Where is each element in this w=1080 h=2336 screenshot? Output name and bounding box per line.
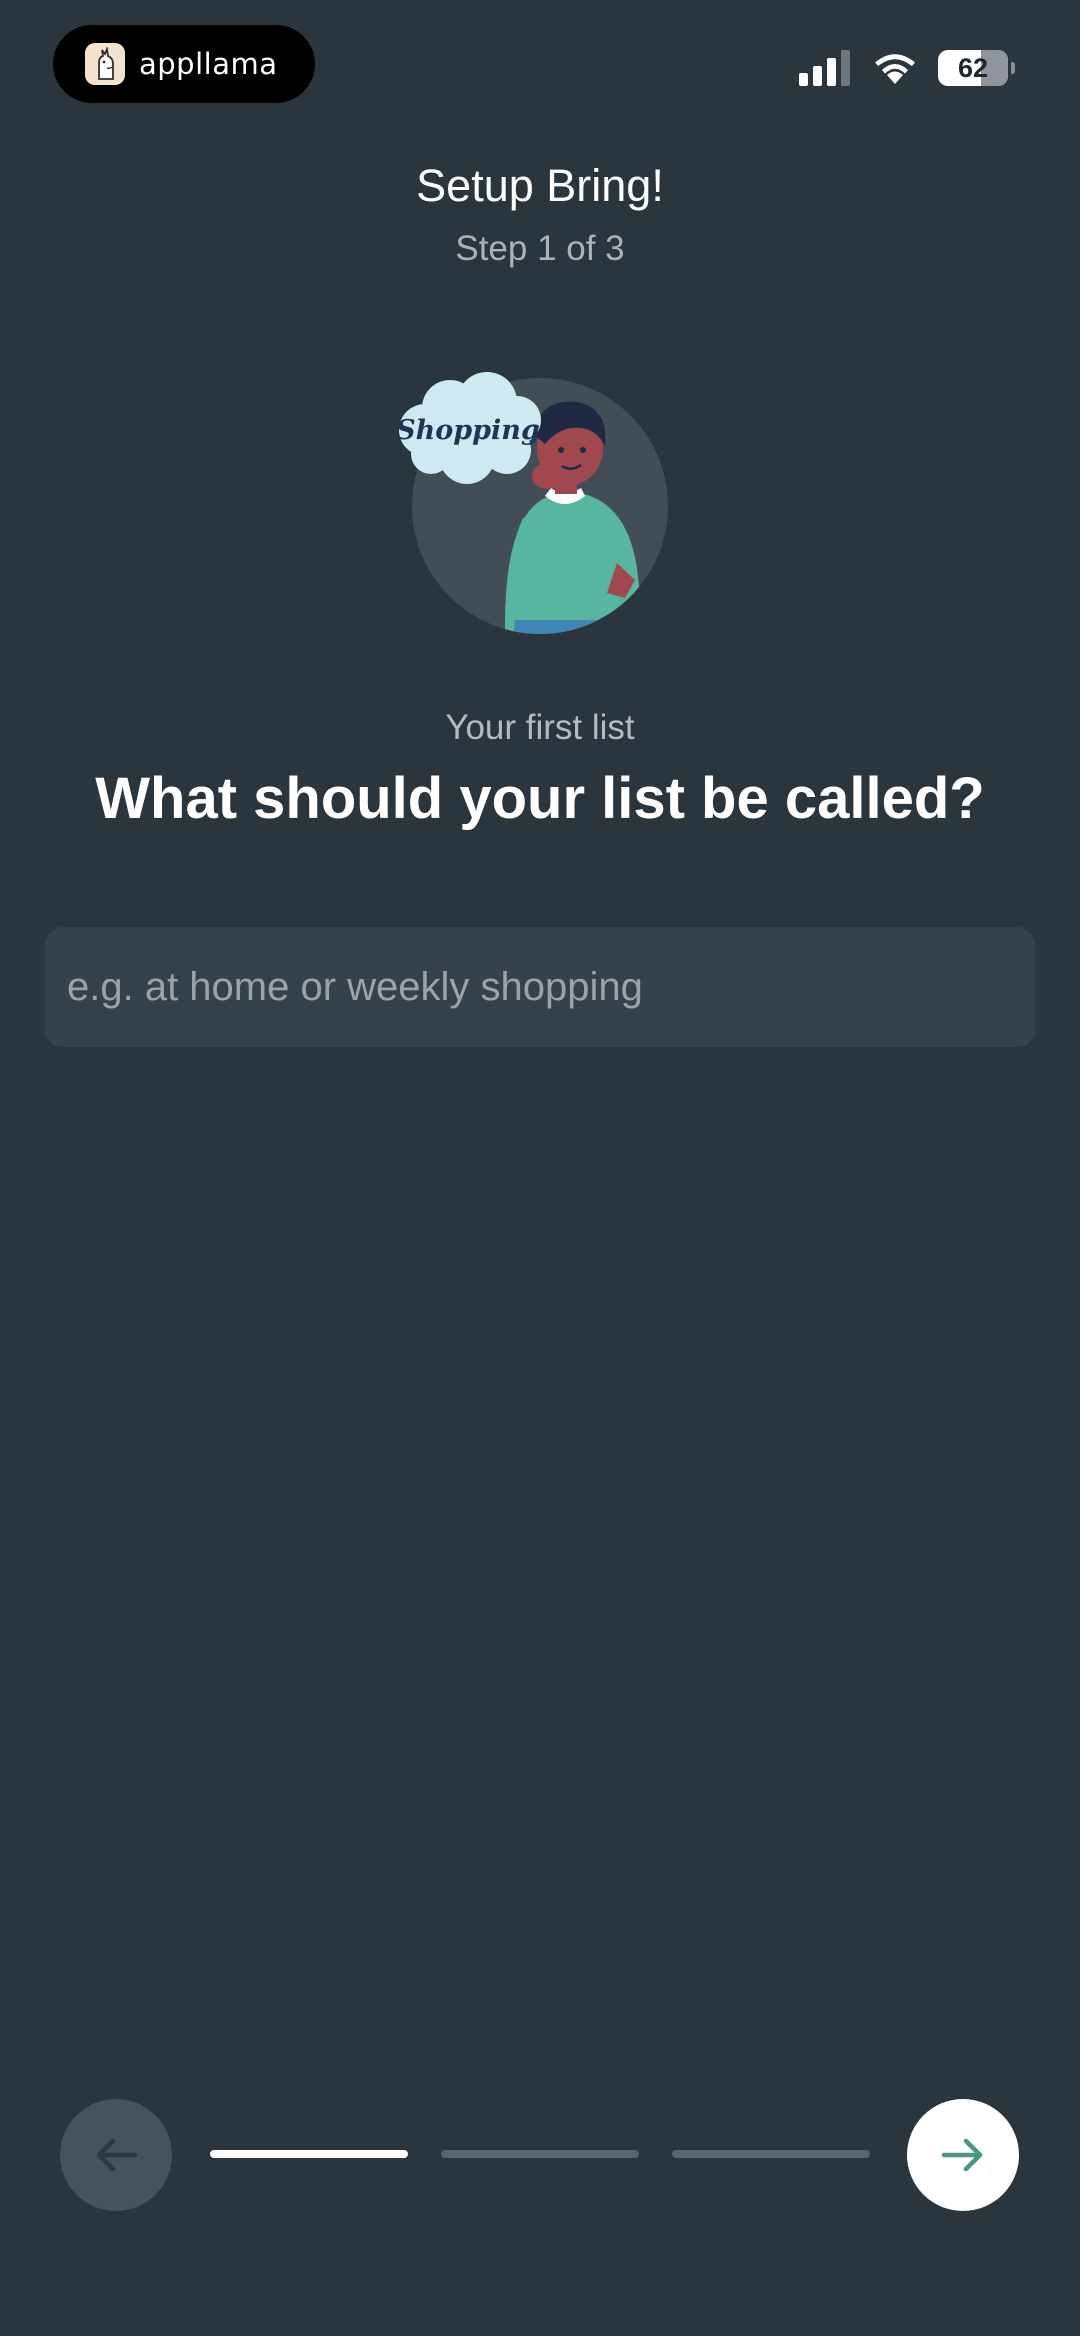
brand-name: appllama [139,47,278,81]
step-indicator: Step 1 of 3 [455,229,625,268]
status-bar: appllama 62 [0,0,1080,110]
battery-level: 62 [957,52,989,83]
battery-icon: 62 [938,50,1015,86]
arrow-left-icon [96,2138,138,2172]
wifi-icon [875,54,915,84]
brand-badge: appllama [53,25,315,103]
list-name-input[interactable] [45,927,1035,1047]
progress-step-1 [210,2150,408,2158]
progress-step-3 [672,2150,870,2158]
arrow-right-icon [941,2138,983,2172]
progress-step-2 [441,2150,639,2158]
prompt-subtitle: Your first list [445,708,635,747]
prompt-title: What should your list be called? [95,766,985,831]
next-button[interactable] [907,2099,1019,2211]
llama-logo-icon [85,43,125,85]
signal-icon [799,50,850,86]
status-icons: 62 [799,50,1015,86]
page-title: Setup Bring! [416,160,664,211]
back-button[interactable] [60,2099,172,2211]
cloud-text: Shopping [396,415,540,446]
shopping-illustration: Shopping [395,368,680,638]
